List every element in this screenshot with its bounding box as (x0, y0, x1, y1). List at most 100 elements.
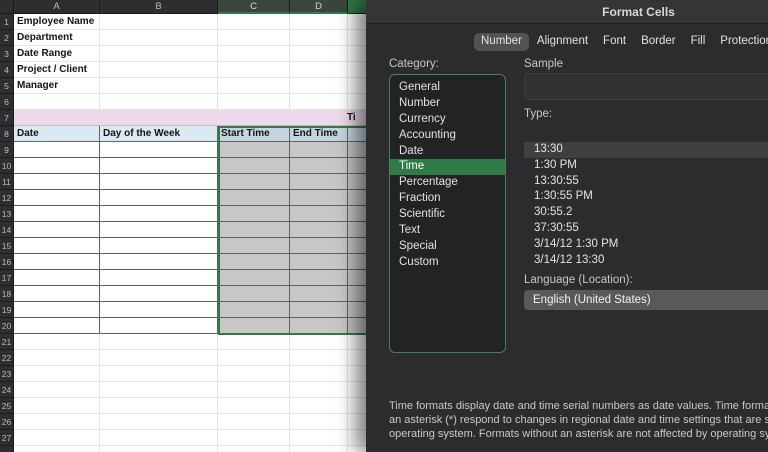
cell[interactable] (100, 446, 218, 452)
cell[interactable] (100, 14, 218, 30)
tab-number[interactable]: Number (474, 33, 529, 51)
cell[interactable] (100, 142, 218, 158)
cell[interactable] (290, 222, 348, 238)
cell[interactable] (218, 350, 290, 366)
cell[interactable] (14, 94, 100, 110)
row-header[interactable]: 6 (0, 94, 14, 110)
row-header[interactable]: 19 (0, 302, 14, 318)
cell[interactable] (100, 206, 218, 222)
cell[interactable] (290, 142, 348, 158)
row-header[interactable]: 10 (0, 158, 14, 174)
cell[interactable] (290, 430, 348, 446)
row-header[interactable]: 4 (0, 62, 14, 78)
cell[interactable] (218, 382, 290, 398)
row-header[interactable]: 8 (0, 126, 14, 142)
category-item-percentage[interactable]: Percentage (390, 175, 505, 191)
cell[interactable] (218, 430, 290, 446)
row-header[interactable]: 7 (0, 110, 14, 126)
cell[interactable] (14, 302, 100, 318)
cell[interactable] (290, 270, 348, 286)
cell[interactable] (14, 190, 100, 206)
cell[interactable]: Date (14, 126, 100, 142)
category-item-scientific[interactable]: Scientific (390, 207, 505, 223)
row-header[interactable]: 16 (0, 254, 14, 270)
tab-font[interactable]: Font (596, 33, 633, 51)
row-header[interactable]: 24 (0, 382, 14, 398)
cell[interactable] (290, 238, 348, 254)
cell[interactable] (100, 286, 218, 302)
cell[interactable] (218, 286, 290, 302)
row-header[interactable]: 20 (0, 318, 14, 334)
cell[interactable] (290, 366, 348, 382)
cell[interactable] (100, 94, 218, 110)
row-header[interactable]: 22 (0, 350, 14, 366)
row-header[interactable]: 11 (0, 174, 14, 190)
cell[interactable] (290, 414, 348, 430)
cell[interactable] (14, 350, 100, 366)
cell[interactable] (14, 254, 100, 270)
cell[interactable] (14, 414, 100, 430)
cell[interactable] (218, 446, 290, 452)
cell[interactable] (218, 206, 290, 222)
cell[interactable] (290, 318, 348, 334)
cell[interactable] (100, 46, 218, 62)
cell[interactable] (100, 318, 218, 334)
row-header[interactable]: 18 (0, 286, 14, 302)
type-item[interactable]: 1:30:55 PM (524, 189, 768, 205)
row-header[interactable]: 13 (0, 206, 14, 222)
cell[interactable] (14, 398, 100, 414)
type-item[interactable]: 30:55.2 (524, 205, 768, 221)
cell[interactable] (100, 270, 218, 286)
cell[interactable] (14, 174, 100, 190)
cell[interactable] (14, 206, 100, 222)
cell[interactable]: Manager (14, 78, 100, 94)
row-header[interactable]: 12 (0, 190, 14, 206)
cell[interactable] (290, 14, 348, 30)
cell[interactable] (218, 62, 290, 78)
language-dropdown[interactable]: English (United States) (524, 290, 768, 310)
cell[interactable] (14, 238, 100, 254)
cell[interactable] (218, 46, 290, 62)
row-header[interactable]: 17 (0, 270, 14, 286)
cell[interactable] (100, 174, 218, 190)
type-item[interactable]: 3/14/12 13:30 (524, 253, 768, 269)
cell[interactable] (218, 174, 290, 190)
type-item[interactable]: 13:30 (524, 142, 768, 158)
type-item[interactable]: 13:30:55 (524, 174, 768, 190)
column-header-c[interactable]: C (218, 0, 290, 14)
type-item[interactable]: 3/14/12 1:30 PM (524, 237, 768, 253)
row-header[interactable]: 9 (0, 142, 14, 158)
cell[interactable] (290, 190, 348, 206)
row-header[interactable]: 5 (0, 78, 14, 94)
cell[interactable]: Start Time (218, 126, 290, 142)
cell[interactable] (218, 318, 290, 334)
category-item-special[interactable]: Special (390, 239, 505, 255)
column-header-a[interactable]: A (14, 0, 100, 14)
row-header[interactable]: 26 (0, 414, 14, 430)
cell[interactable] (218, 270, 290, 286)
cell[interactable] (290, 286, 348, 302)
cell[interactable] (218, 366, 290, 382)
cell[interactable] (290, 158, 348, 174)
select-all-corner[interactable] (0, 0, 14, 14)
category-item-general[interactable]: General (390, 80, 505, 96)
cell[interactable] (100, 398, 218, 414)
cell[interactable] (100, 382, 218, 398)
category-item-fraction[interactable]: Fraction (390, 191, 505, 207)
type-item[interactable]: 37:30:55 (524, 221, 768, 237)
cell[interactable] (290, 206, 348, 222)
row-header[interactable]: 1 (0, 14, 14, 30)
cell[interactable] (218, 238, 290, 254)
cell[interactable] (100, 334, 218, 350)
tab-fill[interactable]: Fill (684, 33, 713, 51)
cell[interactable] (100, 238, 218, 254)
cell[interactable] (218, 142, 290, 158)
row-header[interactable]: 27 (0, 430, 14, 446)
cell[interactable]: Employee Name (14, 14, 100, 30)
cell[interactable] (14, 430, 100, 446)
category-item-time[interactable]: Time (390, 159, 505, 175)
cell[interactable]: Day of the Week (100, 126, 218, 142)
cell[interactable]: End Time (290, 126, 348, 142)
cell[interactable] (100, 430, 218, 446)
row-header[interactable]: 21 (0, 334, 14, 350)
